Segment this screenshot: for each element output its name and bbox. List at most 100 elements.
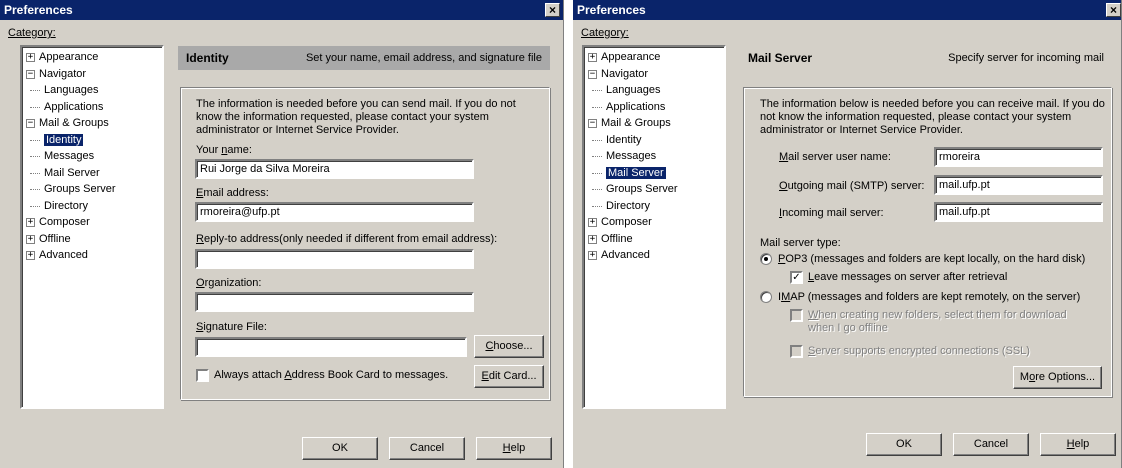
preferences-window-identity: Preferences × Category: + Appearance − Navi… [0, 0, 564, 468]
tree-item-label: Messages [44, 150, 95, 162]
pop3-radio[interactable] [760, 253, 772, 265]
tree-item-label: Offline [601, 232, 633, 245]
expand-icon[interactable]: + [26, 218, 35, 227]
help-button[interactable]: Help [1040, 433, 1116, 456]
tree-connector [592, 106, 602, 108]
tree-item-languages[interactable]: Languages [44, 84, 98, 98]
intro-line-2: know the information requested, please c… [196, 111, 489, 123]
preferences-window-mail-server: Preferences × Category: + Appearance − Navi… [573, 0, 1122, 468]
title-bar[interactable]: Preferences [0, 0, 563, 20]
tree-item-label: Messages [606, 150, 657, 162]
tree-connector [592, 205, 602, 207]
tree-item-groups-server[interactable]: Groups Server [44, 183, 116, 197]
ssl-checkbox[interactable] [790, 345, 803, 358]
tree-item-label: Applications [606, 100, 666, 113]
expand-icon[interactable]: + [588, 218, 597, 227]
tree-item-mail-groups[interactable]: Mail & Groups [601, 117, 671, 131]
collapse-icon[interactable]: − [588, 69, 597, 79]
server-type-label: Mail server type: [760, 237, 841, 249]
tree-item-languages[interactable]: Languages [606, 84, 660, 98]
tree-item-appearance[interactable]: Appearance [601, 51, 660, 65]
expand-icon[interactable]: + [26, 251, 35, 260]
intro-line-1: The information below is needed before y… [760, 98, 1105, 110]
ok-button[interactable]: OK [866, 433, 942, 456]
category-label: Category: [581, 27, 629, 39]
close-icon[interactable]: × [1106, 3, 1121, 17]
tree-item-label: Languages [44, 84, 99, 96]
help-button[interactable]: Help [476, 437, 552, 460]
intro-line-1: The information is needed before you can… [196, 98, 516, 110]
panel-header: Mail Server Specify server for incoming … [740, 46, 1112, 70]
tree-item-composer[interactable]: Composer [39, 216, 90, 230]
tree-connector [592, 172, 602, 174]
edit-card-button[interactable]: Edit Card... [474, 365, 544, 388]
ok-button[interactable]: OK [302, 437, 378, 460]
expand-icon[interactable]: + [588, 251, 597, 260]
tree-item-label: Navigator [601, 67, 649, 80]
new-folders-label: When creating new folders, select them f… [808, 309, 1067, 321]
collapse-icon[interactable]: − [26, 69, 35, 79]
category-tree[interactable]: + Appearance − Navigator Languages Applicatio… [582, 45, 726, 409]
tree-item-offline[interactable]: Offline [39, 233, 71, 247]
tree-item-label: Directory [606, 199, 651, 212]
signature-field[interactable] [195, 337, 467, 357]
tree-item-groups-server[interactable]: Groups Server [606, 183, 678, 197]
tree-item-applications[interactable]: Applications [606, 101, 665, 115]
reply-to-field[interactable] [195, 249, 474, 269]
organization-field[interactable] [195, 292, 474, 312]
intro-line-2: not know the information requested, plea… [760, 111, 1072, 123]
panel-title: Identity [186, 51, 229, 65]
tree-item-identity[interactable]: Identity [606, 134, 641, 148]
title-bar[interactable]: Preferences [573, 0, 1121, 20]
tree-item-offline[interactable]: Offline [601, 233, 633, 247]
new-folders-checkbox[interactable] [790, 309, 803, 322]
expand-icon[interactable]: + [588, 234, 597, 244]
tree-connector [30, 106, 40, 108]
tree-item-navigator[interactable]: Navigator [601, 68, 648, 82]
tree-item-identity[interactable]: Identity [42, 132, 85, 148]
tree-item-mail-server[interactable]: Mail Server [605, 165, 667, 181]
cancel-button[interactable]: Cancel [953, 433, 1029, 456]
tree-item-messages[interactable]: Messages [44, 150, 94, 164]
tree-item-navigator[interactable]: Navigator [39, 68, 86, 82]
tree-item-label: Mail Server [605, 165, 667, 180]
tree-connector [592, 139, 602, 141]
tree-item-label: Appearance [601, 51, 661, 63]
email-label: Email address: [196, 187, 269, 199]
expand-icon[interactable]: + [26, 234, 35, 244]
tree-connector [592, 156, 602, 157]
expand-icon[interactable]: + [26, 53, 35, 62]
tree-item-advanced[interactable]: Advanced [601, 249, 650, 263]
user-name-field[interactable]: rmoreira [934, 147, 1103, 167]
more-options-button[interactable]: More Options... [1013, 366, 1102, 389]
window-title: Preferences [577, 3, 646, 17]
smtp-server-field[interactable]: mail.ufp.pt [934, 175, 1103, 195]
tree-item-mail-groups[interactable]: Mail & Groups [39, 117, 109, 131]
tree-item-applications[interactable]: Applications [44, 101, 103, 115]
tree-item-composer[interactable]: Composer [601, 216, 652, 230]
collapse-icon[interactable]: − [26, 119, 35, 128]
tree-item-advanced[interactable]: Advanced [39, 249, 88, 263]
tree-item-directory[interactable]: Directory [44, 200, 88, 214]
close-icon[interactable]: × [545, 3, 560, 17]
tree-item-messages[interactable]: Messages [606, 150, 656, 164]
choose-button[interactable]: Choose... [474, 335, 544, 358]
incoming-server-field[interactable]: mail.ufp.pt [934, 202, 1103, 222]
tree-item-label: Advanced [601, 249, 650, 261]
category-tree[interactable]: + Appearance − Navigator Languages Applicatio… [20, 45, 164, 409]
attach-card-checkbox[interactable] [196, 369, 209, 382]
email-field[interactable]: rmoreira@ufp.pt [195, 202, 474, 222]
check-icon: ✓ [792, 272, 801, 283]
imap-radio[interactable] [760, 291, 772, 303]
collapse-icon[interactable]: − [588, 119, 597, 128]
tree-item-appearance[interactable]: Appearance [39, 51, 98, 65]
name-field[interactable]: Rui Jorge da Silva Moreira [195, 159, 474, 179]
tree-item-directory[interactable]: Directory [606, 200, 650, 214]
expand-icon[interactable]: + [588, 53, 597, 62]
cancel-button[interactable]: Cancel [389, 437, 465, 460]
intro-line-3: administrator or Internet Service Provid… [760, 124, 963, 136]
tree-connector [30, 156, 40, 157]
radio-dot [764, 257, 768, 261]
leave-on-server-checkbox[interactable]: ✓ [790, 271, 803, 284]
tree-item-mail-server[interactable]: Mail Server [44, 167, 100, 181]
